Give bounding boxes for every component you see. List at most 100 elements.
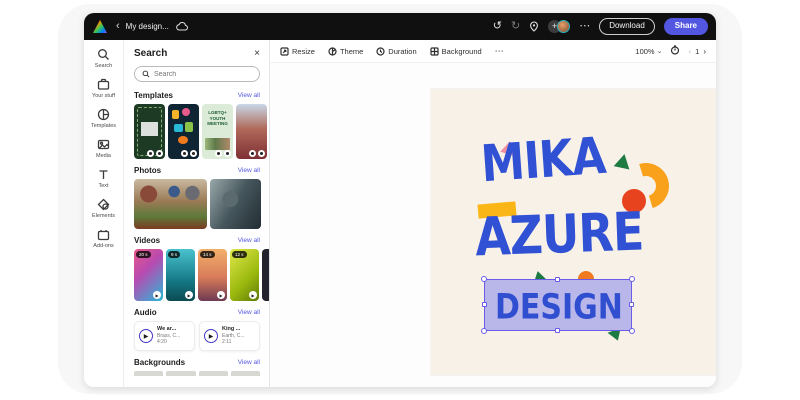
photo-thumb-2[interactable] [210, 179, 261, 229]
template-add-icon[interactable] [156, 150, 163, 157]
share-button[interactable]: Share [663, 18, 708, 35]
search-icon [142, 70, 150, 78]
search-box[interactable] [134, 66, 260, 82]
resize-icon [280, 46, 289, 56]
text-icon [99, 170, 108, 180]
view-all-photos-link[interactable]: View all [238, 167, 260, 174]
photo-thumb-1[interactable] [134, 179, 207, 229]
more-options-icon[interactable]: ⋯ [579, 20, 590, 32]
template-add-icon[interactable] [258, 150, 265, 157]
selection-handle[interactable] [481, 276, 487, 282]
section-title-videos: Videos [134, 236, 161, 245]
view-all-templates-link[interactable]: View all [238, 92, 260, 99]
video-thumb-5[interactable] [262, 249, 269, 301]
rail-item-search[interactable]: Search [86, 48, 122, 69]
template-action-icon[interactable] [249, 150, 256, 157]
undo-icon[interactable]: ↺ [493, 20, 502, 32]
template-thumb-1[interactable] [134, 104, 165, 159]
selection-handle[interactable] [482, 302, 487, 307]
view-all-videos-link[interactable]: View all [238, 237, 260, 244]
play-icon[interactable]: ▶ [204, 329, 218, 343]
background-button[interactable]: Background [430, 47, 482, 56]
artboard[interactable]: MIKA AZURE DESIGN [431, 89, 716, 375]
audio-card-1[interactable]: ▶ We ar... Brass, C... 4:20 [134, 321, 195, 351]
checkerboard-icon [430, 46, 439, 56]
play-icon[interactable]: ▶ [249, 291, 257, 299]
selection-handle[interactable] [555, 328, 560, 333]
play-icon[interactable]: ▶ [139, 329, 153, 343]
audio-title: King ... [222, 326, 241, 333]
rail-item-media[interactable]: Media [86, 138, 122, 159]
audio-card-2[interactable]: ▶ King ... Earth, C... 2:11 [199, 321, 260, 351]
template-add-icon[interactable] [224, 150, 231, 157]
template-action-icon[interactable] [147, 150, 154, 157]
document-title[interactable]: My design... [126, 22, 169, 31]
video-thumb-2[interactable]: 9 s ▶ [166, 249, 195, 301]
green-triangle-shape[interactable] [613, 152, 633, 170]
view-all-audio-link[interactable]: View all [238, 309, 260, 316]
artwork-text-azure[interactable]: AZURE [474, 200, 644, 268]
zoom-control[interactable]: 100% ⌄ [635, 47, 662, 56]
video-duration-badge: 9 s [168, 251, 181, 259]
section-title-audio: Audio [134, 308, 157, 317]
artwork-text-mika[interactable]: MIKA [479, 127, 607, 194]
template-thumb-3[interactable]: LGBTQ+ YOUTH MEETING [202, 104, 233, 159]
rail-item-your-stuff[interactable]: Your stuff [86, 78, 122, 99]
template-action-icon[interactable] [181, 150, 188, 157]
view-all-backgrounds-link[interactable]: View all [238, 359, 260, 366]
selection-handle[interactable] [481, 328, 487, 334]
avatar[interactable] [557, 19, 571, 33]
add-ons-icon [97, 230, 110, 241]
rail-item-elements[interactable]: Elements [86, 198, 122, 219]
section-title-backgrounds: Backgrounds [134, 358, 186, 367]
play-icon[interactable]: ▶ [217, 291, 225, 299]
play-icon[interactable]: ▶ [185, 291, 193, 299]
template-thumb-4[interactable] [236, 104, 267, 159]
redo-icon[interactable]: ↻ [511, 20, 520, 32]
page-navigator: ‹ 1 › [688, 47, 706, 56]
app-logo-icon[interactable] [92, 19, 108, 35]
search-icon [98, 49, 109, 60]
your-stuff-icon [97, 78, 110, 90]
toolbar-more-icon[interactable]: ⋯ [495, 46, 504, 57]
search-input[interactable] [154, 70, 252, 78]
duration-button[interactable]: Duration [376, 47, 417, 56]
artwork-text-design: DESIGN [495, 287, 623, 328]
topbar: ‹ My design... ↺ ↻ + ⋯ Download Share [84, 13, 716, 40]
page-number: 1 [695, 46, 700, 56]
rail-item-add-ons[interactable]: Add-ons [86, 228, 122, 249]
template-thumb-2[interactable] [168, 104, 199, 159]
resize-button[interactable]: Resize [280, 47, 315, 56]
video-thumb-3[interactable]: 14 s ▶ [198, 249, 227, 301]
rail-item-text[interactable]: Text [86, 168, 122, 189]
section-title-photos: Photos [134, 166, 162, 175]
timer-icon[interactable] [670, 42, 680, 60]
selected-text-block[interactable]: DESIGN [481, 276, 635, 334]
theme-icon [328, 46, 337, 56]
rail-item-templates[interactable]: Templates [86, 108, 122, 129]
template-add-icon[interactable] [190, 150, 197, 157]
selection-handle[interactable] [629, 276, 635, 282]
theme-button[interactable]: Theme [328, 47, 363, 56]
selection-handle[interactable] [555, 277, 560, 282]
next-page-icon[interactable]: › [703, 47, 706, 56]
panel-title: Search [134, 48, 168, 59]
download-button[interactable]: Download [599, 18, 655, 35]
play-icon[interactable]: ▶ [153, 291, 161, 299]
comment-pin-icon[interactable] [529, 21, 539, 32]
search-panel: Search × Templates View all [125, 40, 270, 387]
prev-page-icon[interactable]: ‹ [688, 47, 691, 56]
video-thumb-4[interactable]: 12 s ▶ [230, 249, 259, 301]
canvas-toolbar: Resize Theme Duration Background ⋯ 100% … [270, 40, 716, 63]
collaborators[interactable]: + [548, 19, 571, 33]
video-duration-badge: 12 s [232, 251, 247, 259]
canvas-area: Resize Theme Duration Background ⋯ 100% … [270, 40, 716, 387]
selection-handle[interactable] [629, 328, 635, 334]
video-thumb-1[interactable]: 20 s ▶ [134, 249, 163, 301]
close-icon[interactable]: × [254, 48, 260, 59]
chevron-down-icon: ⌄ [656, 48, 663, 55]
back-chevron-icon[interactable]: ‹ [116, 21, 120, 32]
audio-row: ▶ We ar... Brass, C... 4:20 ▶ King ... E… [134, 321, 260, 351]
template-action-icon[interactable] [215, 150, 222, 157]
selection-handle[interactable] [629, 302, 634, 307]
